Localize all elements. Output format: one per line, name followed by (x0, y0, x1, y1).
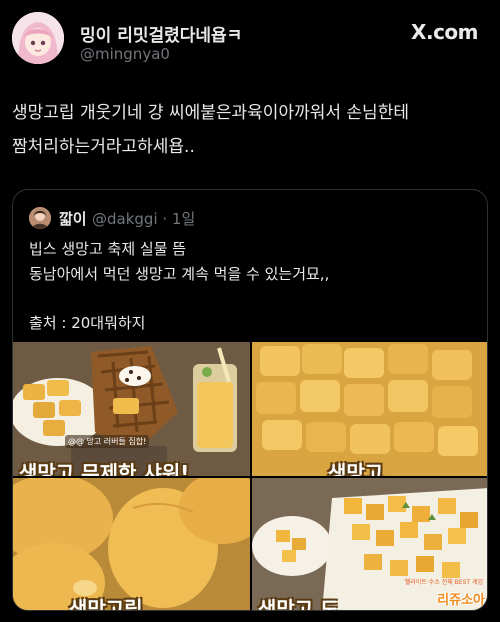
tile-3-caption: 생망고립 (69, 597, 143, 611)
profile-photo-avatar-icon (29, 207, 51, 229)
avatar[interactable] (12, 12, 64, 64)
tile-2-caption: 생망고 (328, 461, 384, 476)
mango-waffle-photo (13, 342, 250, 476)
tile-1-subcaption: @@ 망고 러버들 집합! (65, 435, 150, 448)
cubed-mango-photo (252, 342, 487, 476)
media-grid[interactable]: @@ 망고 러버들 집합! 생망고 무제한 샤워! 생망고 생망고립 웰라이트·… (13, 342, 487, 611)
tweet-line-2: 짬처리하는거라고하세욥.. (12, 137, 195, 157)
quote-line-2: 동남아에서 먹던 생망고 계속 먹을 수 있는거묘,, (29, 265, 330, 283)
media-tile-2[interactable]: 생망고 (252, 342, 487, 476)
mango-halves-photo (13, 478, 250, 610)
quote-line-1: 빕스 생망고 축제 실물 뜸 (29, 240, 187, 258)
display-name[interactable]: 밍이 리밋걸렸다네욥ㅋ (80, 21, 242, 46)
quote-text: 빕스 생망고 축제 실물 뜸 동남아에서 먹던 생망고 계속 먹을 수 있는거묘… (29, 237, 469, 336)
quoted-tweet[interactable]: 깗이 @dakggi · 1일 빕스 생망고 축제 실물 뜸 동남아에서 먹던 … (12, 189, 488, 611)
quote-handle-time[interactable]: @dakggi · 1일 (92, 208, 195, 229)
media-tile-1[interactable]: @@ 망고 러버들 집합! 생망고 무제한 샤워! (13, 342, 250, 476)
quote-source: 출처 : 20대뭐하지 (29, 314, 146, 332)
quote-avatar[interactable] (29, 207, 51, 229)
tile-4-watermark: 리쥬소아 (437, 593, 485, 608)
tweet-line-1: 생망고립 개웃기네 걍 씨에붙은과육이아까워서 손님한테 (12, 103, 409, 123)
tile-4-small-watermark: 웰라이트·수소 전체 BEST 게임 (404, 579, 483, 586)
x-logo-watermark: X.com (411, 20, 478, 44)
media-tile-3[interactable]: 생망고립 (13, 478, 250, 611)
tile-1-caption: 생망고 무제한 샤워! (19, 461, 190, 476)
tile-4-caption: 생망고 도 (258, 597, 339, 611)
author-handle[interactable]: @mingnya0 (80, 45, 170, 63)
media-tile-4[interactable]: 웰라이트·수소 전체 BEST 게임 생망고 도 리쥬소아 (252, 478, 487, 611)
anime-girl-avatar-icon (12, 12, 64, 64)
tweet-text: 생망고립 개웃기네 걍 씨에붙은과육이아까워서 손님한테 짬처리하는거라고하세욥… (12, 96, 488, 164)
quote-author-name[interactable]: 깗이 (59, 208, 87, 229)
